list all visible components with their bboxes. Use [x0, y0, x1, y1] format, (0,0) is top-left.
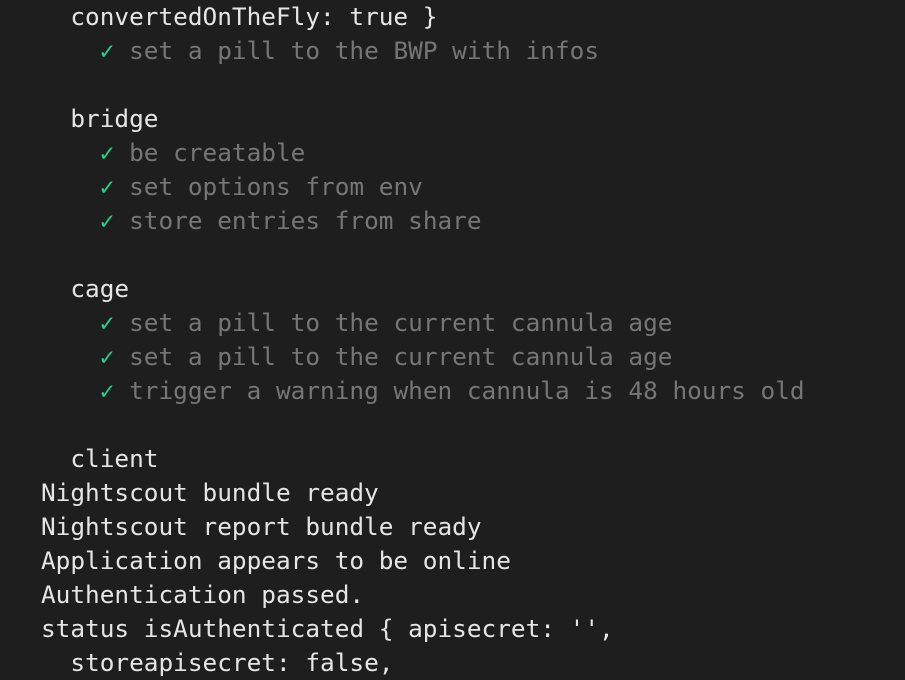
line-text: Nightscout report bundle ready [41, 512, 482, 541]
terminal-line: storeapisecret: false, [41, 646, 805, 680]
line-text: bridge [70, 104, 159, 133]
test-pass-line: ✓ set a pill to the BWP with infos [41, 34, 805, 68]
test-pass-line: ✓ set options from env [41, 170, 805, 204]
test-pass-line: ✓ be creatable [41, 136, 805, 170]
check-icon: ✓ [99, 36, 115, 65]
line-text: status isAuthenticated { apisecret: '', [41, 614, 614, 643]
terminal-line: bridge [41, 102, 805, 136]
line-text: Authentication passed. [41, 580, 365, 609]
check-icon: ✓ [99, 138, 115, 167]
terminal-line: cage [41, 272, 805, 306]
test-name: set options from env [129, 172, 423, 201]
line-text: convertedOnTheFly: true } [70, 2, 438, 31]
test-name: be creatable [129, 138, 306, 167]
terminal-output: convertedOnTheFly: true } ✓ set a pill t… [41, 0, 805, 680]
line-text: storeapisecret: false, [70, 648, 394, 677]
test-pass-line: ✓ set a pill to the current cannula age [41, 340, 805, 374]
test-name: set a pill to the BWP with infos [129, 36, 600, 65]
line-text: client [70, 444, 159, 473]
terminal-line: Authentication passed. [41, 578, 805, 612]
test-pass-line: ✓ store entries from share [41, 204, 805, 238]
terminal-line: convertedOnTheFly: true } [41, 0, 805, 34]
line-text: Nightscout bundle ready [41, 478, 379, 507]
test-name: store entries from share [129, 206, 482, 235]
terminal-line: Nightscout report bundle ready [41, 510, 805, 544]
test-name: set a pill to the current cannula age [129, 308, 673, 337]
line-text: cage [70, 274, 130, 303]
check-icon: ✓ [99, 376, 115, 405]
test-name: trigger a warning when cannula is 48 hou… [129, 376, 805, 405]
terminal-line: status isAuthenticated { apisecret: '', [41, 612, 805, 646]
check-icon: ✓ [99, 308, 115, 337]
check-icon: ✓ [99, 206, 115, 235]
check-icon: ✓ [99, 172, 115, 201]
test-pass-line: ✓ trigger a warning when cannula is 48 h… [41, 374, 805, 408]
terminal-line: client [41, 442, 805, 476]
line-text: Application appears to be online [41, 546, 511, 575]
check-icon: ✓ [99, 342, 115, 371]
test-name: set a pill to the current cannula age [129, 342, 673, 371]
terminal-line: Nightscout bundle ready [41, 476, 805, 510]
terminal-line: Application appears to be online [41, 544, 805, 578]
test-pass-line: ✓ set a pill to the current cannula age [41, 306, 805, 340]
